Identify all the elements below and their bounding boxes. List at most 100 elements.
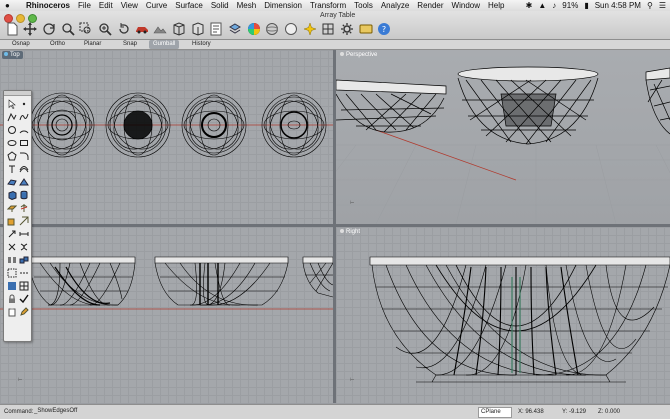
- menu-render[interactable]: Render: [413, 0, 447, 11]
- sphere-icon[interactable]: [264, 21, 280, 37]
- undo-view-icon[interactable]: [116, 21, 132, 37]
- menu-dimension[interactable]: Dimension: [260, 0, 306, 11]
- move-icon[interactable]: [22, 21, 38, 37]
- revolve-icon[interactable]: [18, 202, 29, 213]
- spotlight-icon[interactable]: ⚲: [647, 0, 653, 11]
- wifi-icon[interactable]: ▲: [538, 0, 546, 11]
- shaded-icon[interactable]: [190, 21, 206, 37]
- menu-view[interactable]: View: [117, 0, 142, 11]
- menu-window[interactable]: Window: [448, 0, 484, 11]
- menu-rhinoceros[interactable]: Rhinoceros: [22, 0, 74, 11]
- settings-icon[interactable]: [339, 21, 355, 37]
- gumball-toggle[interactable]: Gumball: [149, 40, 180, 49]
- viewport-perspective-name: Perspective: [346, 52, 378, 58]
- extrude-icon[interactable]: [6, 202, 17, 213]
- explode-icon[interactable]: [18, 254, 29, 265]
- osnap-toggle[interactable]: Osnap: [8, 40, 34, 49]
- bowl-perspective-right: [645, 67, 670, 135]
- select-icon[interactable]: [6, 98, 17, 109]
- menu-edit[interactable]: Edit: [95, 0, 117, 11]
- viewport-splitter-horizontal[interactable]: [0, 224, 670, 227]
- boolean-icon[interactable]: [6, 215, 17, 226]
- join-icon[interactable]: [6, 254, 17, 265]
- zoom-extents-icon[interactable]: [97, 21, 113, 37]
- lock-icon[interactable]: [6, 293, 17, 304]
- polyline-icon[interactable]: [6, 111, 17, 122]
- ellipse-icon[interactable]: [6, 137, 17, 148]
- offset-icon[interactable]: [18, 163, 29, 174]
- bowl-right-view: [369, 256, 670, 383]
- layers-icon[interactable]: [227, 21, 243, 37]
- surface-icon[interactable]: [6, 176, 17, 187]
- bowl-perspective-center: [457, 66, 599, 145]
- group-icon[interactable]: [6, 267, 17, 278]
- viewport-top[interactable]: Top: [0, 50, 333, 224]
- zoom-window-icon[interactable]: [78, 21, 94, 37]
- viewport-perspective[interactable]: Perspective ⊢: [336, 50, 670, 224]
- bluetooth-icon[interactable]: ✱: [526, 0, 533, 11]
- text-icon[interactable]: [6, 163, 17, 174]
- ortho-toggle[interactable]: Ortho: [46, 40, 69, 49]
- rectangle-icon[interactable]: [18, 137, 29, 148]
- polygon-icon[interactable]: [6, 150, 17, 161]
- menu-curve[interactable]: Curve: [142, 0, 171, 11]
- menu-file[interactable]: File: [74, 0, 95, 11]
- menu-mesh[interactable]: Mesh: [233, 0, 261, 11]
- properties-icon[interactable]: [208, 21, 224, 37]
- menu-help[interactable]: Help: [484, 0, 508, 11]
- menu-transform[interactable]: Transform: [306, 0, 350, 11]
- help-icon[interactable]: ?: [376, 21, 392, 37]
- rotate-view-icon[interactable]: [41, 21, 57, 37]
- viewport-right[interactable]: Right ⊢: [336, 227, 670, 403]
- split-icon[interactable]: [18, 241, 29, 252]
- transform-icon[interactable]: [6, 228, 17, 239]
- menu-analyze[interactable]: Analyze: [377, 0, 413, 11]
- analyze-icon[interactable]: [6, 280, 17, 291]
- loft-icon[interactable]: [18, 176, 29, 187]
- car-icon[interactable]: [134, 21, 150, 37]
- menu-clock[interactable]: Sun 4:58 PM: [595, 0, 641, 11]
- snap-toggle[interactable]: Snap: [119, 40, 141, 49]
- point-icon[interactable]: [18, 98, 29, 109]
- wireframe-icon[interactable]: [171, 21, 187, 37]
- viewport-label-right[interactable]: Right: [338, 228, 363, 236]
- cylinder-icon[interactable]: [18, 189, 29, 200]
- material-icon[interactable]: [283, 21, 299, 37]
- menu-tools[interactable]: Tools: [350, 0, 377, 11]
- circle-icon[interactable]: [6, 124, 17, 135]
- palette-title-bar[interactable]: [4, 91, 31, 96]
- command-input[interactable]: [34, 407, 114, 416]
- light-icon[interactable]: [302, 21, 318, 37]
- grid-icon[interactable]: [320, 21, 336, 37]
- new-file-icon[interactable]: [4, 21, 20, 37]
- pencil-icon[interactable]: [18, 306, 29, 317]
- history-toggle[interactable]: History: [188, 40, 215, 49]
- options-icon[interactable]: [358, 21, 374, 37]
- fillet-icon[interactable]: [18, 150, 29, 161]
- arc-icon[interactable]: [18, 124, 29, 135]
- check-icon[interactable]: [18, 293, 29, 304]
- menu-solid[interactable]: Solid: [207, 0, 233, 11]
- battery-percent[interactable]: 91%: [562, 0, 578, 11]
- layout-icon[interactable]: [18, 280, 29, 291]
- clipboard-icon[interactable]: [6, 306, 17, 317]
- array-icon[interactable]: [18, 267, 29, 278]
- trim-icon[interactable]: [6, 241, 17, 252]
- apple-menu-icon[interactable]: ●: [5, 0, 10, 11]
- viewport-front[interactable]: ⊢: [0, 227, 333, 403]
- render-preview-icon[interactable]: [152, 21, 168, 37]
- color-wheel-icon[interactable]: [246, 21, 262, 37]
- box-icon[interactable]: [6, 189, 17, 200]
- volume-icon[interactable]: ♪: [552, 0, 556, 11]
- battery-icon: ▮: [584, 1, 589, 10]
- menu-surface[interactable]: Surface: [171, 0, 207, 11]
- planar-toggle[interactable]: Planar: [80, 40, 105, 49]
- viewport-label-top[interactable]: Top: [2, 51, 23, 59]
- curve-icon[interactable]: [18, 111, 29, 122]
- viewport-label-perspective[interactable]: Perspective: [338, 51, 380, 59]
- notification-icon[interactable]: ☰: [659, 0, 666, 11]
- zoom-icon[interactable]: [60, 21, 76, 37]
- cplane-selector[interactable]: CPlane: [478, 407, 512, 418]
- dimension-icon[interactable]: [18, 228, 29, 239]
- mesh-icon[interactable]: [18, 215, 29, 226]
